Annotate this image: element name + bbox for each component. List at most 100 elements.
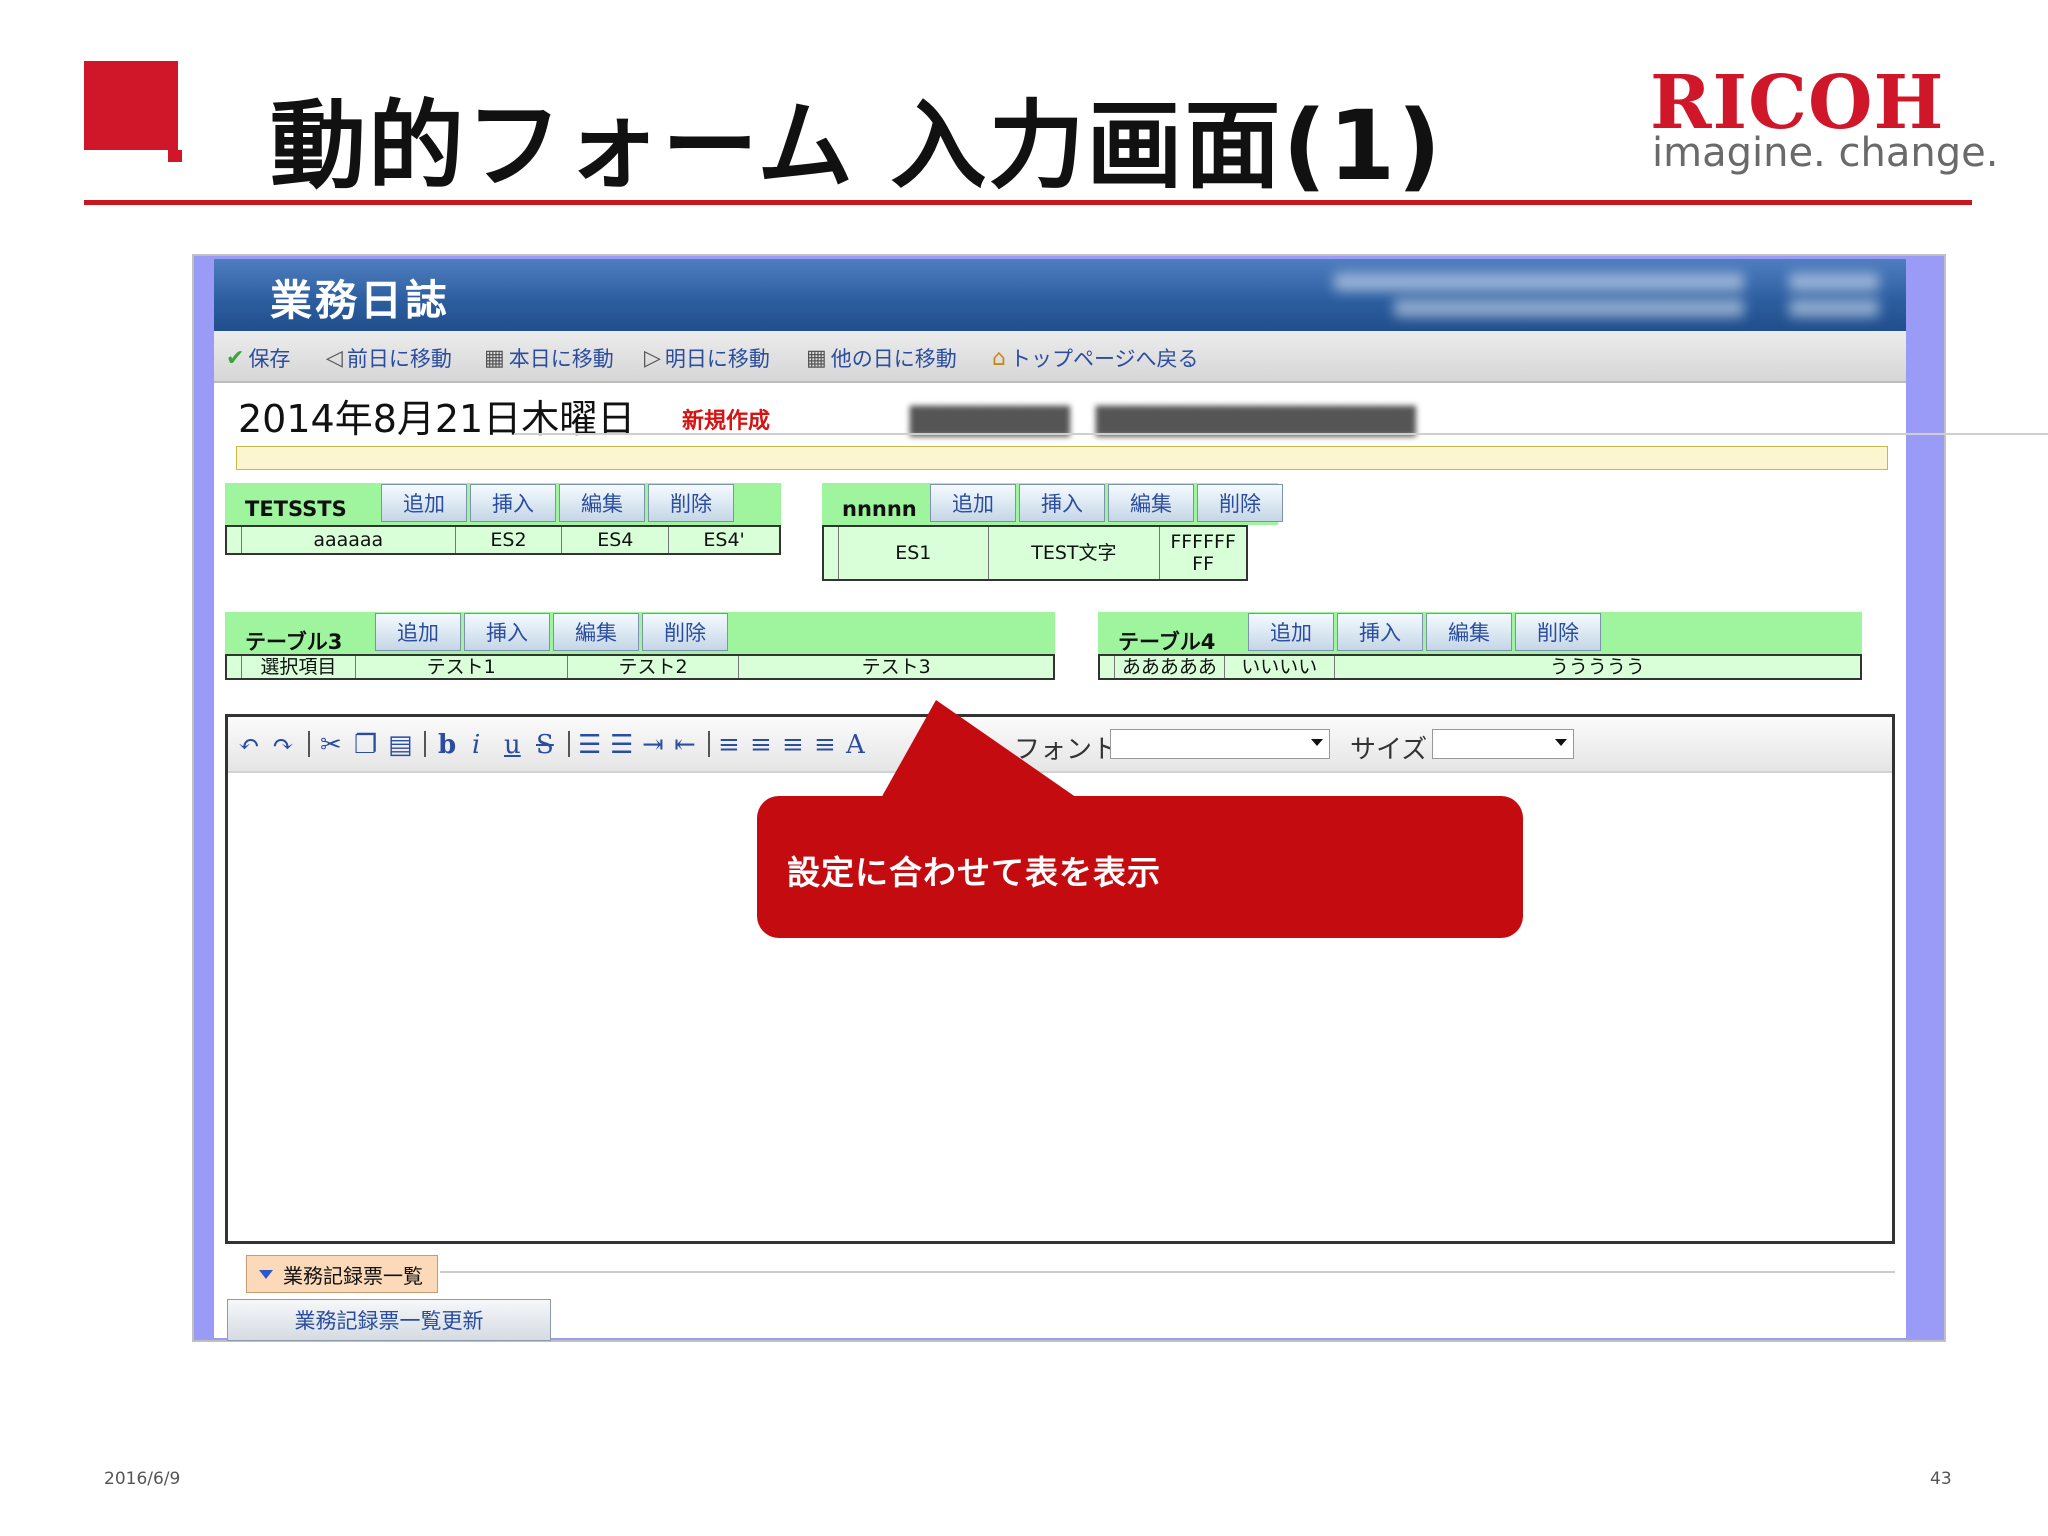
justify-icon[interactable]: ≡ [814, 730, 836, 760]
refresh-list-button[interactable]: 業務記録票一覧更新 [227, 1299, 551, 1341]
table-cell[interactable]: TEST文字 [989, 527, 1161, 579]
edit-button[interactable]: 編集 [553, 613, 639, 651]
edit-button[interactable]: 編集 [559, 484, 645, 522]
bullet-list-icon[interactable]: ☰ [610, 730, 633, 760]
prev-day-label: 前日に移動 [346, 347, 452, 371]
calendar-today-icon: ▦ [484, 345, 505, 371]
table-widget-header: テーブル4 追加 挿入 編集 削除 [1098, 612, 1862, 654]
align-center-icon[interactable]: ≡ [750, 730, 772, 760]
copy-icon[interactable]: ❐ [354, 730, 377, 760]
table-row[interactable]: aaaaaa ES2 ES4 ES4' [225, 525, 781, 555]
table-cell[interactable]: ES4' [669, 527, 779, 553]
add-button[interactable]: 追加 [375, 613, 461, 651]
delete-button[interactable]: 削除 [642, 613, 728, 651]
indent-icon[interactable]: ⇥ [642, 730, 664, 760]
logout-blurred[interactable] [1789, 273, 1879, 291]
bold-icon[interactable]: b [438, 730, 456, 760]
table-row[interactable]: ES1 TEST文字 FFFFFF FF [822, 525, 1248, 581]
next-day-icon: ▷ [644, 345, 661, 371]
callout-pointer [880, 700, 1080, 800]
check-icon: ✔ [226, 345, 245, 371]
list-section-toggle[interactable]: 業務記録票一覧 [246, 1255, 438, 1293]
save-label: 保存 [248, 347, 291, 371]
edit-button[interactable]: 編集 [1426, 613, 1512, 651]
chevron-down-icon [1311, 739, 1323, 746]
table-row[interactable]: 選択項目 テスト1 テスト2 テスト3 [225, 654, 1055, 680]
toolbar-separator [568, 731, 570, 757]
insert-button[interactable]: 挿入 [464, 613, 550, 651]
slide-title: 動的フォーム 入力画面(1) [270, 90, 1444, 202]
table-name: TETSSTS [245, 497, 347, 521]
other-day-button[interactable]: ▦ 他の日に移動 [806, 343, 957, 373]
align-right-icon[interactable]: ≡ [782, 730, 804, 760]
table-cell[interactable]: ううううう [1335, 656, 1860, 678]
edit-button[interactable]: 編集 [1108, 484, 1194, 522]
table-name: nnnnn [842, 497, 917, 521]
prev-day-icon: ◁ [326, 345, 343, 371]
row-handle[interactable] [1100, 656, 1115, 678]
prev-day-button[interactable]: ◁ 前日に移動 [326, 343, 452, 373]
table-name: テーブル4 [1118, 630, 1216, 654]
size-select[interactable] [1432, 729, 1574, 759]
align-left-icon[interactable]: ≡ [718, 730, 740, 760]
home-icon: ⌂ [992, 345, 1006, 371]
insert-button[interactable]: 挿入 [470, 484, 556, 522]
delete-button[interactable]: 削除 [1197, 484, 1283, 522]
brand-logo: RICOH imagine. change. [1650, 60, 1998, 178]
font-color-icon[interactable]: A [846, 730, 865, 760]
table-cell[interactable]: ES1 [839, 527, 989, 579]
table-cell[interactable]: あああああ [1115, 656, 1225, 678]
next-day-label: 明日に移動 [664, 347, 770, 371]
cut-icon[interactable]: ✂ [320, 730, 342, 760]
delete-button[interactable]: 削除 [1515, 613, 1601, 651]
brand-tagline: imagine. change. [1652, 130, 1999, 176]
footer-date: 2016/6/9 [104, 1469, 181, 1489]
table-cell[interactable]: 選択項目 [242, 656, 356, 678]
table-name: テーブル3 [245, 630, 343, 654]
insert-button[interactable]: 挿入 [1337, 613, 1423, 651]
undo-icon[interactable]: ↶ [238, 730, 260, 760]
numbered-list-icon[interactable]: ☰ [578, 730, 601, 760]
redo-icon[interactable]: ↷ [272, 730, 294, 760]
table-cell[interactable]: aaaaaa [242, 527, 456, 553]
delete-button[interactable]: 削除 [648, 484, 734, 522]
table-cell[interactable]: テスト3 [739, 656, 1053, 678]
table-widget-header: nnnnn 追加 挿入 編集 削除 [822, 483, 1283, 525]
title-square-marker-tick [168, 150, 182, 162]
strikethrough-icon[interactable]: S [536, 730, 554, 760]
add-button[interactable]: 追加 [381, 484, 467, 522]
row-handle[interactable] [227, 656, 242, 678]
add-button[interactable]: 追加 [1248, 613, 1334, 651]
italic-icon[interactable]: i [472, 730, 480, 760]
other-day-label: 他の日に移動 [830, 347, 957, 371]
title-square-marker [84, 61, 178, 150]
paste-icon[interactable]: ▤ [388, 730, 413, 760]
add-button[interactable]: 追加 [930, 484, 1016, 522]
today-button[interactable]: ▦ 本日に移動 [484, 343, 614, 373]
table-widget-header: TETSSTS 追加 挿入 編集 削除 [225, 483, 781, 525]
top-page-button[interactable]: ⌂ トップページへ戻る [992, 343, 1199, 373]
underline-icon[interactable]: u [504, 730, 521, 760]
callout-box: 設定に合わせて表を表示 [757, 796, 1523, 938]
table-cell[interactable]: テスト2 [568, 656, 740, 678]
outdent-icon[interactable]: ⇤ [674, 730, 696, 760]
row-handle[interactable] [824, 527, 839, 579]
table-cell[interactable]: ES4 [562, 527, 670, 553]
save-button[interactable]: ✔ 保存 [226, 343, 290, 373]
table-cell[interactable]: FFFFFF FF [1160, 527, 1246, 579]
font-select[interactable] [1110, 729, 1330, 759]
title-divider [84, 200, 1972, 205]
table-cell[interactable]: いいいい [1225, 656, 1335, 678]
table-cell[interactable]: ES2 [456, 527, 563, 553]
next-day-button[interactable]: ▷ 明日に移動 [644, 343, 770, 373]
table-cell[interactable]: テスト1 [356, 656, 568, 678]
chevron-down-icon [1555, 739, 1567, 746]
table-row[interactable]: あああああ いいいい ううううう [1098, 654, 1862, 680]
user-info-blurred [1334, 273, 1744, 291]
insert-button[interactable]: 挿入 [1019, 484, 1105, 522]
row-handle[interactable] [227, 527, 242, 553]
app-toolbar: ✔ 保存 ◁ 前日に移動 ▦ 本日に移動 ▷ 明日に移動 ▦ 他の日に移動 ⌂ … [214, 331, 1906, 383]
toolbar-separator [424, 731, 426, 757]
list-section-label: 業務記録票一覧 [283, 1263, 423, 1288]
help-blurred[interactable] [1789, 299, 1879, 317]
